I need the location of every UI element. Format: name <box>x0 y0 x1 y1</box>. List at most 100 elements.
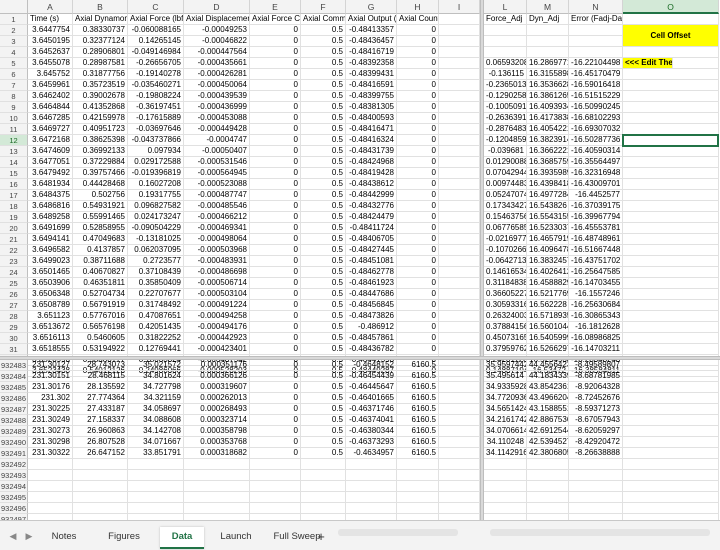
table-cell[interactable] <box>301 481 346 492</box>
table-cell[interactable] <box>439 91 480 102</box>
table-cell[interactable]: 34.727798 <box>128 382 184 393</box>
table-cell[interactable]: 6160.5 <box>397 448 439 459</box>
row-header[interactable]: 932486 <box>0 393 28 404</box>
table-cell[interactable]: 44.4556423 <box>527 360 569 371</box>
table-cell[interactable] <box>623 344 719 355</box>
table-cell[interactable]: -16.4452577 <box>569 190 623 201</box>
table-cell[interactable]: 27.433187 <box>73 404 128 415</box>
table-cell[interactable] <box>527 481 569 492</box>
table-cell[interactable]: 0.36605227 <box>484 289 527 300</box>
table-cell[interactable] <box>439 146 480 157</box>
table-cell[interactable] <box>301 459 346 470</box>
table-cell[interactable]: 0.5 <box>301 382 346 393</box>
table-cell[interactable]: 0 <box>250 448 301 459</box>
table-cell[interactable]: -0.000453088 <box>184 113 250 124</box>
table-cell[interactable]: 3.6481934 <box>28 179 73 190</box>
table-cell[interactable] <box>439 426 480 437</box>
table-cell[interactable]: 0.06776585 <box>484 223 527 234</box>
table-cell[interactable]: -0.48457861 <box>346 333 397 344</box>
table-cell[interactable] <box>439 47 480 58</box>
row-header[interactable]: 8 <box>0 91 28 102</box>
table-cell[interactable]: 0.5 <box>301 393 346 404</box>
table-cell[interactable]: 44.1834339 <box>527 371 569 382</box>
table-cell[interactable] <box>439 333 480 344</box>
table-cell[interactable]: 0.52704734 <box>73 289 128 300</box>
table-cell[interactable]: 0.47049683 <box>73 234 128 245</box>
table-cell[interactable]: -0.060088165 <box>128 25 184 36</box>
table-cell[interactable]: 0 <box>250 333 301 344</box>
table-cell[interactable]: -0.0216977 <box>484 234 527 245</box>
table-cell[interactable]: -0.4648152 <box>346 360 397 371</box>
table-cell[interactable]: 0.41352868 <box>73 102 128 113</box>
table-cell[interactable]: 6160.5 <box>397 404 439 415</box>
table-cell[interactable]: 0.37884156 <box>484 322 527 333</box>
table-cell[interactable] <box>128 481 184 492</box>
table-cell[interactable]: -0.48461923 <box>346 278 397 289</box>
table-cell[interactable]: -16.51667448 <box>569 245 623 256</box>
table-cell[interactable]: 16.562228 <box>527 300 569 311</box>
table-cell[interactable] <box>527 503 569 514</box>
table-cell[interactable]: 16.2869771 <box>527 58 569 69</box>
table-cell[interactable] <box>623 91 719 102</box>
table-cell[interactable]: 0.5 <box>301 360 346 371</box>
table-cell[interactable]: 0.56791919 <box>73 300 128 311</box>
table-cell[interactable]: 0 <box>250 212 301 223</box>
table-cell[interactable]: 0.5 <box>301 256 346 267</box>
table-cell[interactable]: 0.28906801 <box>73 47 128 58</box>
table-cell[interactable]: 0 <box>397 223 439 234</box>
table-cell[interactable]: 0 <box>397 102 439 113</box>
row-header[interactable]: 15 <box>0 168 28 179</box>
table-cell[interactable] <box>623 333 719 344</box>
table-cell[interactable] <box>527 492 569 503</box>
table-cell[interactable] <box>623 113 719 124</box>
table-cell[interactable]: -0.48411724 <box>346 223 397 234</box>
table-cell[interactable] <box>184 459 250 470</box>
table-cell[interactable] <box>439 492 480 503</box>
table-cell[interactable] <box>623 190 719 201</box>
table-cell[interactable] <box>73 459 128 470</box>
table-cell[interactable]: 27.158337 <box>73 415 128 426</box>
table-cell[interactable]: Axial Force Co <box>250 14 301 25</box>
table-cell[interactable]: 3.6506348 <box>28 289 73 300</box>
table-cell[interactable]: 0 <box>397 157 439 168</box>
table-cell[interactable] <box>623 415 719 426</box>
table-cell[interactable]: 0.2723577 <box>128 256 184 267</box>
column-header[interactable]: C <box>128 0 184 14</box>
table-cell[interactable]: -0.1070266 <box>484 245 527 256</box>
table-cell[interactable]: 3.6477051 <box>28 157 73 168</box>
table-cell[interactable]: 0.5 <box>301 344 346 355</box>
column-header[interactable]: B <box>73 0 128 14</box>
table-cell[interactable]: 0.45073165 <box>484 333 527 344</box>
table-cell[interactable]: 6160.5 <box>397 437 439 448</box>
table-cell[interactable]: 0.16027208 <box>128 179 184 190</box>
table-cell[interactable]: 0 <box>397 36 439 47</box>
table-cell[interactable]: 0 <box>250 256 301 267</box>
table-cell[interactable]: 0 <box>250 344 301 355</box>
table-cell[interactable] <box>623 289 719 300</box>
table-cell[interactable]: -0.000498064 <box>184 234 250 245</box>
table-cell[interactable]: -0.46373293 <box>346 437 397 448</box>
table-cell[interactable]: -0.48442999 <box>346 190 397 201</box>
table-cell[interactable] <box>250 503 301 514</box>
table-cell[interactable]: 16.4588829 <box>527 278 569 289</box>
table-cell[interactable]: -16.22104498 <box>569 58 623 69</box>
table-cell[interactable]: 0.000323714 <box>184 415 250 426</box>
table-cell[interactable]: 28.135592 <box>73 382 128 393</box>
table-cell[interactable] <box>623 311 719 322</box>
column-header[interactable]: H <box>397 0 439 14</box>
table-cell[interactable]: 0 <box>250 36 301 47</box>
table-cell[interactable] <box>439 179 480 190</box>
row-header[interactable]: 1 <box>0 14 28 25</box>
table-cell[interactable]: 16.5543155 <box>527 212 569 223</box>
table-cell[interactable] <box>623 448 719 459</box>
table-cell[interactable]: -0.48451081 <box>346 256 397 267</box>
table-cell[interactable]: Axial Force (lbf) <box>128 14 184 25</box>
table-cell[interactable]: -0.0642713 <box>484 256 527 267</box>
table-cell[interactable] <box>439 415 480 426</box>
table-cell[interactable] <box>184 470 250 481</box>
table-cell[interactable]: 0.5 <box>301 36 346 47</box>
sheet-tab-data[interactable]: Data <box>160 527 204 549</box>
column-header[interactable]: L <box>484 0 527 14</box>
table-cell[interactable]: 33.851791 <box>128 448 184 459</box>
table-cell[interactable]: 35.9597442 <box>484 360 527 371</box>
